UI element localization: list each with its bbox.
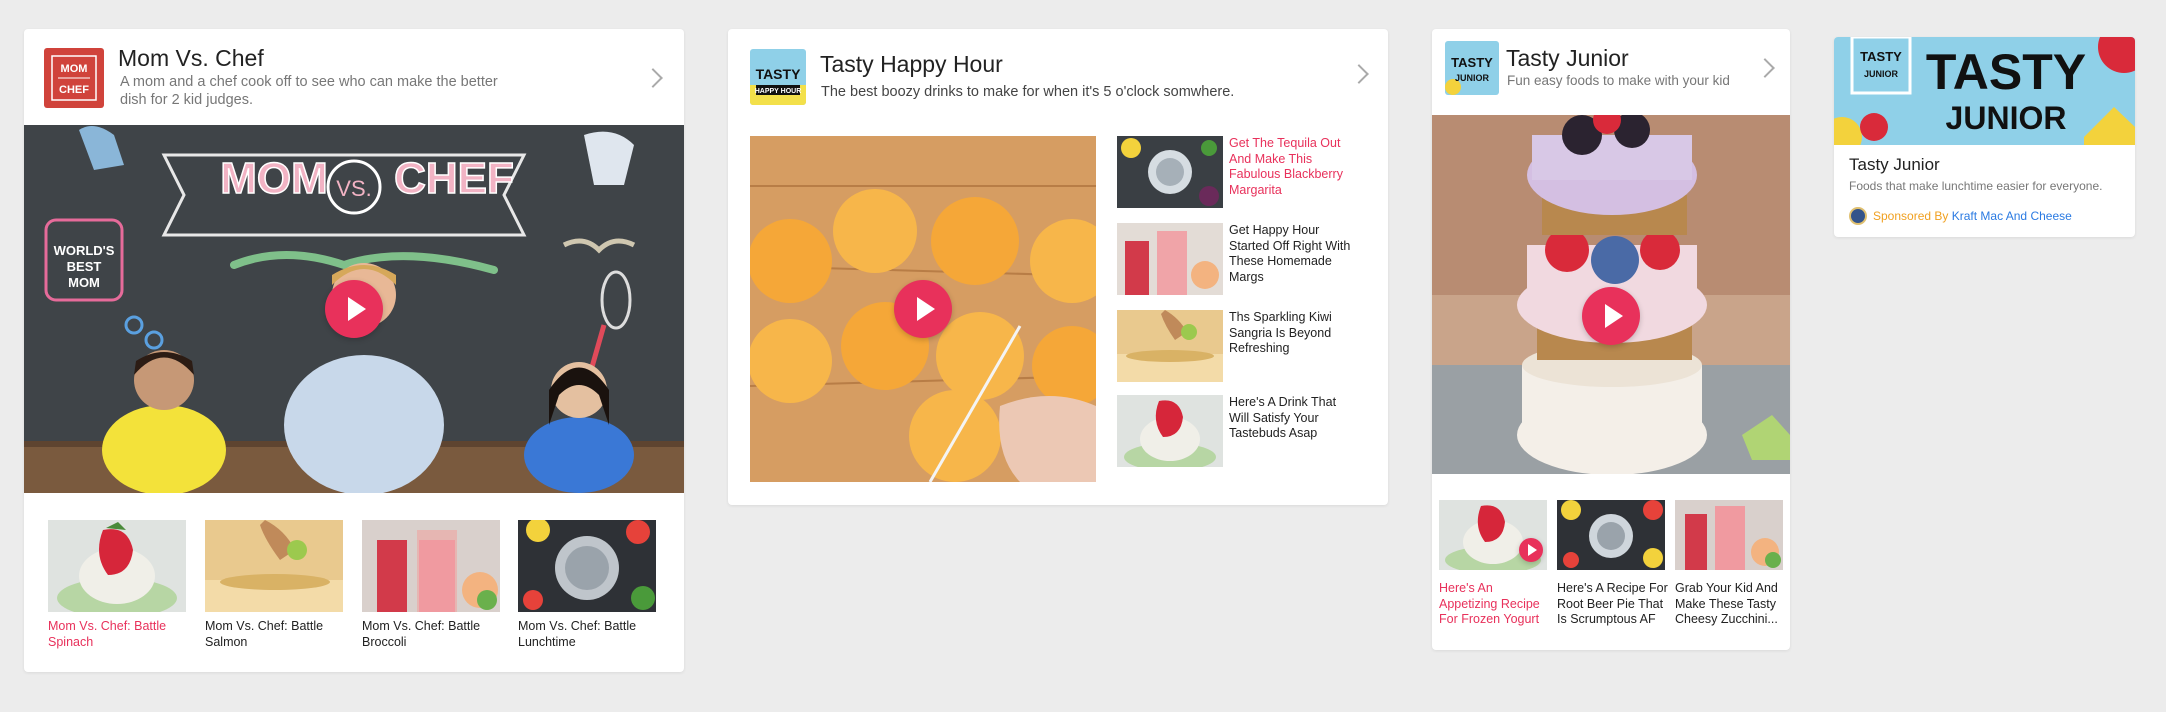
video-thumbnail[interactable]	[1117, 223, 1223, 295]
video-thumbnail[interactable]	[1557, 500, 1665, 570]
channel-logo: TASTY JUNIOR	[1445, 41, 1499, 95]
channel-title[interactable]: Tasty Happy Hour	[820, 51, 1003, 78]
channel-logo: TASTY HAPPY HOUR	[750, 49, 806, 105]
video-thumbnail[interactable]	[1117, 136, 1223, 208]
channel-card-mom-vs-chef: MOM CHEF Mom Vs. Chef A mom and a chef c…	[24, 29, 684, 672]
sponsored-by-line[interactable]: Sponsored By Kraft Mac And Cheese	[1873, 209, 2072, 223]
promo-banner[interactable]: TASTY JUNIOR TASTY JUNIOR	[1834, 37, 2135, 145]
channel-title[interactable]: Tasty Junior	[1506, 45, 1629, 72]
svg-text:TASTY: TASTY	[1860, 49, 1902, 64]
video-thumbnail[interactable]	[518, 520, 656, 612]
video-thumbnail[interactable]	[205, 520, 343, 612]
logo-text-bottom: HAPPY HOUR	[755, 88, 802, 95]
logo-text-top: MOM	[61, 63, 88, 75]
video-thumbnail-title[interactable]: Mom Vs. Chef: Battle Spinach	[48, 619, 188, 650]
video-thumbnail[interactable]	[1675, 500, 1783, 570]
play-button[interactable]	[1519, 538, 1543, 562]
channel-description: The best boozy drinks to make for when i…	[821, 84, 1235, 100]
promo-description: Foods that make lunchtime easier for eve…	[1849, 179, 2103, 193]
video-thumbnail-title[interactable]: Here's A Recipe For Root Beer Pie That I…	[1557, 581, 1669, 628]
hero-video[interactable]	[750, 136, 1096, 482]
hero-banner-chef: CHEF	[394, 154, 514, 203]
promo-banner-bottom: JUNIOR	[1946, 100, 2067, 136]
hero-banner-vs: VS.	[336, 176, 371, 201]
video-thumbnail[interactable]	[1117, 310, 1223, 382]
logo-text-top: TASTY	[756, 66, 802, 82]
video-thumbnail[interactable]	[48, 520, 186, 612]
video-list-title[interactable]: Ths Sparkling Kiwi Sangria Is Beyond Ref…	[1229, 310, 1359, 357]
sponsored-label: Sponsored By	[1873, 209, 1949, 223]
channel-card-tasty-happy-hour: TASTY HAPPY HOUR Tasty Happy Hour The be…	[728, 29, 1388, 505]
promo-title[interactable]: Tasty Junior	[1849, 155, 1940, 175]
play-button[interactable]	[325, 280, 383, 338]
svg-text:MOM: MOM	[68, 275, 100, 290]
hero-banner-mom: MOM	[220, 154, 328, 203]
video-thumbnail[interactable]	[1117, 395, 1223, 467]
channel-title[interactable]: Mom Vs. Chef	[118, 45, 264, 72]
video-list-title[interactable]: Here's A Drink That Will Satisfy Your Ta…	[1229, 395, 1359, 442]
logo-text-bottom: CHEF	[59, 84, 89, 96]
chevron-right-icon[interactable]	[1349, 64, 1369, 84]
hero-video[interactable]: MOM VS. CHEF WORLD'S BEST MOM	[24, 125, 684, 493]
chevron-right-icon[interactable]	[643, 68, 663, 88]
sponsored-card-tasty-junior[interactable]: TASTY JUNIOR TASTY JUNIOR Tasty Junior F…	[1834, 37, 2135, 237]
channel-logo: MOM CHEF	[44, 48, 104, 108]
channel-card-tasty-junior: TASTY JUNIOR Tasty Junior Fun easy foods…	[1432, 29, 1790, 650]
sponsor-logo-icon	[1849, 207, 1867, 225]
sponsor-link[interactable]: Kraft Mac And Cheese	[1952, 209, 2072, 223]
channel-header[interactable]: TASTY HAPPY HOUR Tasty Happy Hour The be…	[728, 29, 1388, 139]
channel-description: Fun easy foods to make with your kid	[1507, 73, 1730, 88]
play-button[interactable]	[1582, 287, 1640, 345]
logo-text-top: TASTY	[1451, 55, 1493, 70]
play-button[interactable]	[894, 280, 952, 338]
video-thumbnail-title[interactable]: Grab Your Kid And Make These Tasty Chees…	[1675, 581, 1787, 628]
video-thumbnail[interactable]	[362, 520, 500, 612]
channel-header[interactable]: TASTY JUNIOR Tasty Junior Fun easy foods…	[1432, 29, 1790, 115]
promo-banner-top: TASTY	[1926, 44, 2086, 100]
hero-badge: WORLD'S	[54, 243, 115, 258]
video-thumbnail-title[interactable]: Mom Vs. Chef: Battle Lunchtime	[518, 619, 658, 650]
video-list-title[interactable]: Get The Tequila Out And Make This Fabulo…	[1229, 136, 1359, 198]
hero-video[interactable]	[1432, 115, 1790, 474]
svg-text:JUNIOR: JUNIOR	[1864, 69, 1899, 79]
video-thumbnail[interactable]	[1439, 500, 1547, 570]
video-thumbnail-title[interactable]: Mom Vs. Chef: Battle Broccoli	[362, 619, 502, 650]
svg-text:BEST: BEST	[67, 259, 102, 274]
channel-description: A mom and a chef cook off to see who can…	[120, 74, 498, 108]
video-thumbnail-title[interactable]: Mom Vs. Chef: Battle Salmon	[205, 619, 345, 650]
logo-text-bottom: JUNIOR	[1455, 73, 1490, 83]
video-list-title[interactable]: Get Happy Hour Started Off Right With Th…	[1229, 223, 1359, 285]
video-thumbnail-title[interactable]: Here's An Appetizing Recipe For Frozen Y…	[1439, 581, 1549, 628]
channel-header[interactable]: MOM CHEF Mom Vs. Chef A mom and a chef c…	[24, 29, 684, 125]
